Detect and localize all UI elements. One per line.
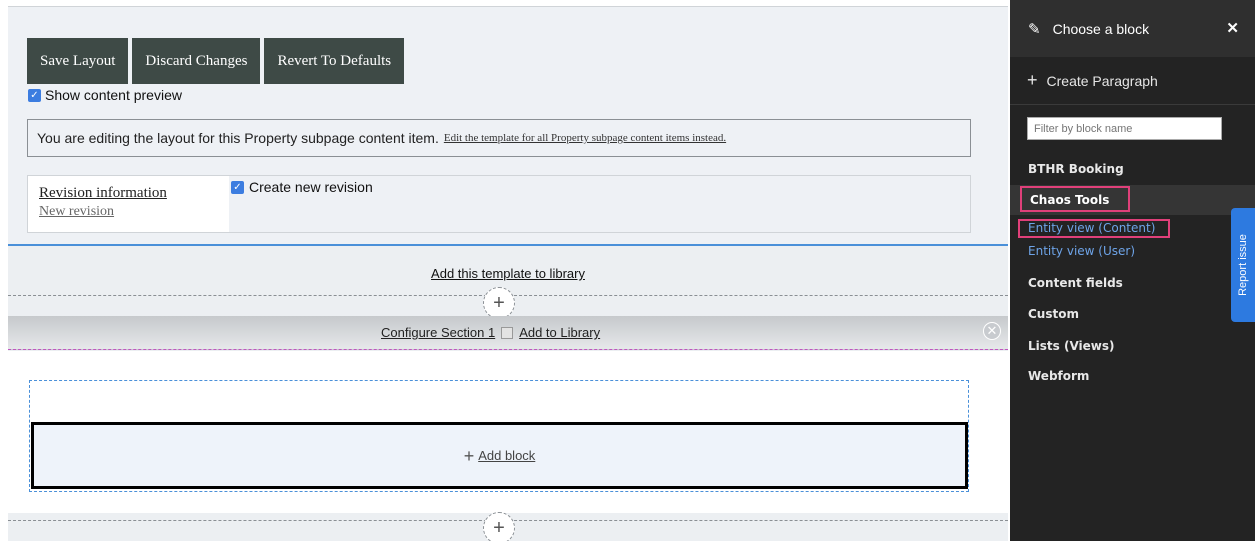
layout-actions: Save Layout Discard Changes Revert To De… bbox=[27, 38, 405, 84]
notice-text: You are editing the layout for this Prop… bbox=[37, 130, 439, 146]
revision-summary: New revision bbox=[39, 204, 115, 219]
revision-tab[interactable]: Revision information New revision bbox=[28, 176, 229, 232]
block-entity-view-user[interactable]: Entity view (User) bbox=[1028, 244, 1135, 258]
report-issue-tab[interactable]: Report issue bbox=[1231, 208, 1255, 322]
sidebar-title: Choose a block bbox=[1052, 20, 1150, 37]
editing-notice: You are editing the layout for this Prop… bbox=[27, 119, 971, 157]
layout-builder-main: Save Layout Discard Changes Revert To De… bbox=[0, 0, 1010, 541]
category-bthr-booking[interactable]: BTHR Booking bbox=[1028, 162, 1124, 176]
show-preview-toggle[interactable]: ✓ Show content preview bbox=[28, 87, 182, 103]
checkbox-checked-icon[interactable]: ✓ bbox=[28, 88, 41, 102]
checkbox-checked-icon[interactable]: ✓ bbox=[231, 180, 244, 194]
filter-block-input[interactable] bbox=[1027, 117, 1222, 140]
create-paragraph-button[interactable]: + Create Paragraph bbox=[1010, 57, 1255, 105]
create-paragraph-label: Create Paragraph bbox=[1046, 72, 1158, 89]
add-section-plus-icon[interactable]: + bbox=[483, 512, 515, 541]
library-icon bbox=[501, 326, 514, 339]
revision-title[interactable]: Revision information bbox=[39, 185, 229, 202]
layout-canvas: Add this template to library + Configure… bbox=[8, 246, 1008, 541]
save-layout-button[interactable]: Save Layout bbox=[27, 38, 129, 84]
discard-changes-button[interactable]: Discard Changes bbox=[132, 38, 261, 84]
plus-icon: + bbox=[1027, 70, 1038, 90]
create-revision-label: Create new revision bbox=[249, 179, 373, 195]
add-section-plus-icon[interactable]: + bbox=[483, 287, 515, 319]
edit-template-link[interactable]: Edit the template for all Property subpa… bbox=[444, 132, 726, 144]
add-block-link[interactable]: Add block bbox=[478, 448, 535, 463]
show-preview-label: Show content preview bbox=[45, 87, 182, 103]
add-block-button[interactable]: + Add block bbox=[31, 422, 968, 489]
revision-panel: Revision information New revision ✓ Crea… bbox=[27, 175, 971, 233]
configure-section-link[interactable]: Configure Section 1 bbox=[381, 325, 495, 340]
section-links: Configure Section 1 Add to Library bbox=[381, 325, 600, 340]
remove-section-close-icon[interactable]: ✕ bbox=[983, 322, 1001, 340]
category-custom[interactable]: Custom bbox=[1028, 307, 1079, 321]
close-icon[interactable]: ✕ bbox=[1226, 19, 1239, 37]
revert-defaults-button[interactable]: Revert To Defaults bbox=[264, 38, 405, 84]
category-content-fields[interactable]: Content fields bbox=[1028, 276, 1123, 290]
add-to-library-link[interactable]: Add to Library bbox=[519, 325, 600, 340]
plus-icon: + bbox=[463, 445, 475, 466]
layout-form-area: Save Layout Discard Changes Revert To De… bbox=[8, 6, 1008, 244]
report-issue-label: Report issue bbox=[1237, 234, 1250, 296]
pencil-icon: ✎ bbox=[1028, 20, 1041, 38]
category-chaos-tools[interactable]: Chaos Tools bbox=[1020, 186, 1130, 212]
add-template-library-link[interactable]: Add this template to library bbox=[8, 266, 1008, 281]
create-revision-toggle[interactable]: ✓ Create new revision bbox=[231, 179, 373, 195]
section-toolbar: Configure Section 1 Add to Library ✕ bbox=[8, 316, 1008, 350]
choose-block-sidebar: ✎ Choose a block ✕ + Create Paragraph BT… bbox=[1010, 0, 1255, 541]
category-webform[interactable]: Webform bbox=[1028, 369, 1089, 383]
block-entity-view-content[interactable]: Entity view (Content) bbox=[1028, 221, 1155, 235]
sidebar-header: ✎ Choose a block ✕ bbox=[1010, 0, 1255, 57]
category-lists-views[interactable]: Lists (Views) bbox=[1028, 339, 1114, 353]
